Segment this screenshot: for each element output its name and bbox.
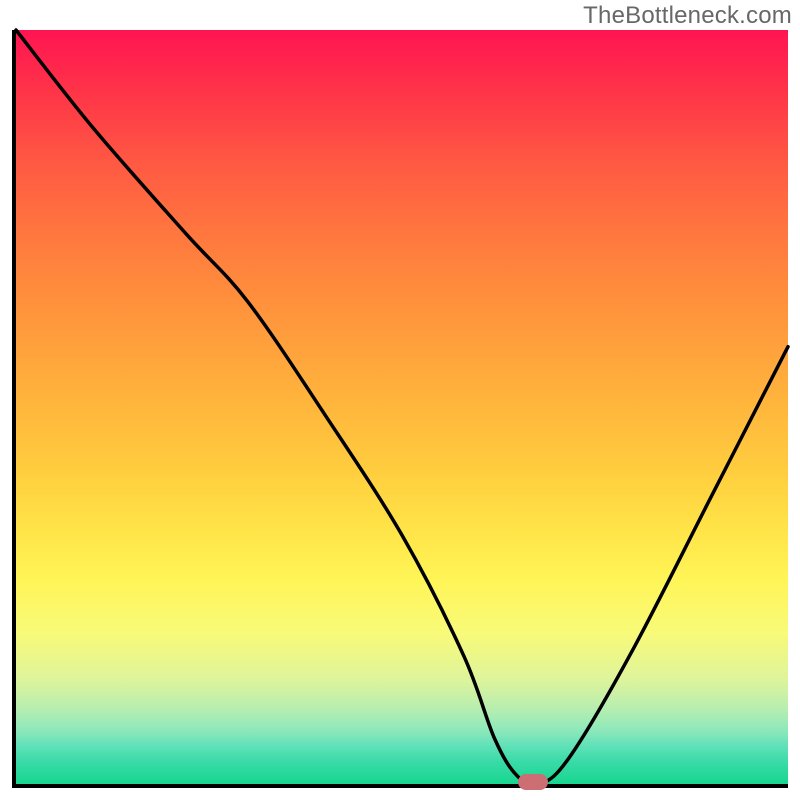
bottleneck-curve xyxy=(16,30,788,784)
plot-area xyxy=(12,30,788,788)
watermark-text: TheBottleneck.com xyxy=(583,2,792,30)
chart-frame: TheBottleneck.com xyxy=(0,0,800,800)
optimal-marker xyxy=(518,774,548,790)
